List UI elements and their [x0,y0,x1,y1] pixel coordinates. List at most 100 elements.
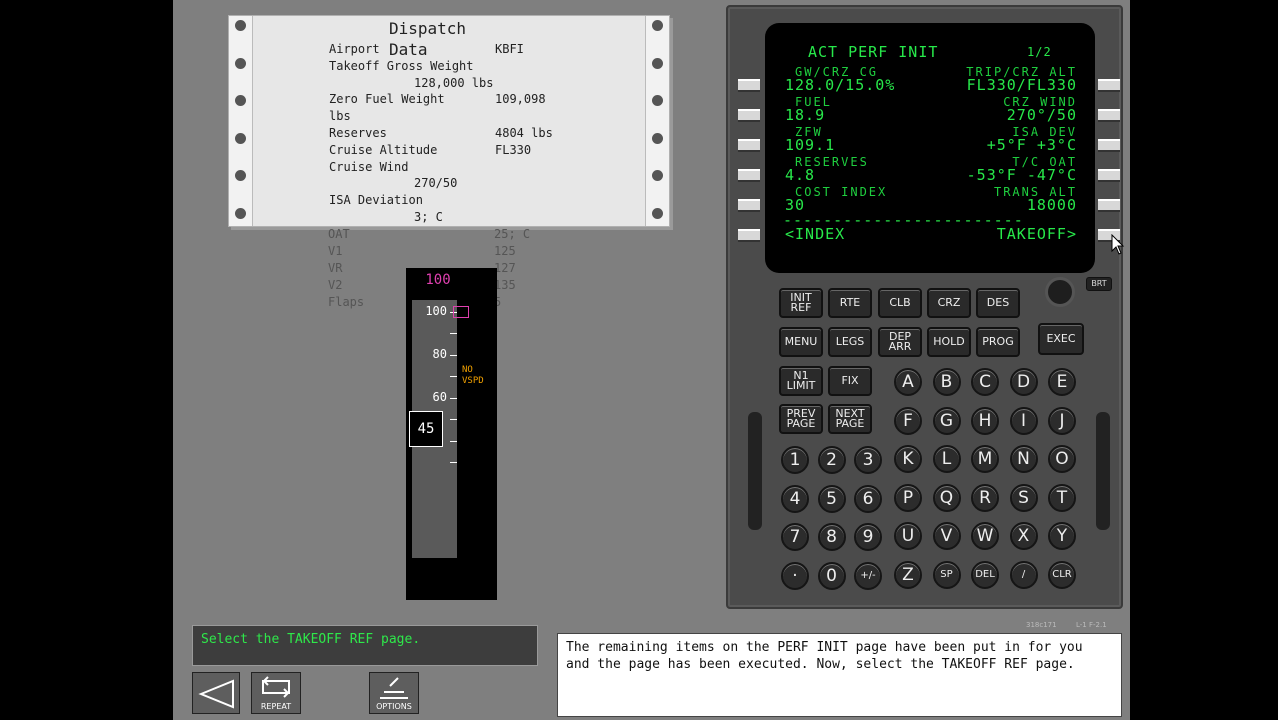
key-j[interactable]: J [1048,406,1076,435]
lsk-right-4[interactable] [1098,169,1120,182]
feed-hole [235,58,246,69]
dispatch-row-label: Zero Fuel Weight [329,92,445,107]
key-l[interactable]: L [932,445,961,473]
options-button[interactable]: OPTIONS [369,672,419,714]
key-9[interactable]: 9 [854,523,882,551]
lsk-right-1[interactable] [1098,79,1120,92]
key-4[interactable]: 4 [781,484,809,513]
key-o[interactable]: O [1048,445,1076,473]
key-dot[interactable]: · [781,561,809,590]
key-k[interactable]: K [894,445,922,473]
cdu-line-value-left: 4.8 [785,166,816,184]
key-prev-page[interactable]: PREV PAGE [779,404,823,434]
key-r[interactable]: R [971,483,999,512]
key-des[interactable]: DES [976,288,1020,318]
repeat-button[interactable]: REPEAT [251,672,301,714]
dispatch-row-value: 25; C [494,227,531,241]
cdu-line-value-right: FL330/FL330 [966,76,1077,94]
key-crz[interactable]: CRZ [927,288,971,318]
cdu-footer-right: L-1 F-2.1 [1076,621,1107,629]
key-3[interactable]: 3 [854,446,882,474]
tractor-strip-right [645,16,669,226]
feed-hole [652,133,663,144]
key-g[interactable]: G [932,406,961,435]
key-sp[interactable]: SP [932,560,961,589]
back-button[interactable] [192,672,240,714]
key-6[interactable]: 6 [854,484,882,513]
key-clr[interactable]: CLR [1048,560,1076,589]
training-app: Dispatch Data Airport KBFI Takeoff Gross W… [173,0,1130,720]
dispatch-row-label: OAT [328,227,350,241]
key-0[interactable]: 0 [817,561,846,590]
key-5[interactable]: 5 [817,484,846,513]
key-n1-limit[interactable]: N1 LIMIT [779,366,823,396]
key-hold[interactable]: HOLD [927,327,971,357]
message-box: The remaining items on the PERF INIT pag… [557,633,1122,717]
key-legs[interactable]: LEGS [828,327,872,357]
tick [450,419,457,420]
key-p[interactable]: P [894,483,922,512]
key-v[interactable]: V [932,522,961,550]
dispatch-row-value: 125 [494,244,516,258]
key-slash[interactable]: / [1009,560,1038,589]
feed-hole [652,20,663,31]
key-7[interactable]: 7 [781,523,809,551]
key-rte[interactable]: RTE [828,288,872,318]
feed-hole [652,208,663,219]
cdu-screen: ACT PERF INIT 1/2 GW/CRZ CG TRIP/CRZ ALT 1… [765,23,1095,273]
options-label: OPTIONS [376,702,412,711]
key-z[interactable]: Z [894,560,922,589]
dispatch-row-label: V1 [328,244,343,258]
key-next-page[interactable]: NEXT PAGE [828,404,872,434]
exec-key[interactable]: EXEC [1038,323,1084,355]
takeoff-prompt: TAKEOFF> [996,225,1077,243]
lsk-left-5[interactable] [738,199,760,212]
cdu-line-value-left: 109.1 [785,136,836,154]
key-1[interactable]: 1 [781,446,809,474]
brightness-knob[interactable] [1045,277,1075,307]
lsk-left-6[interactable] [738,229,760,242]
key-prog[interactable]: PROG [976,327,1020,357]
key-a[interactable]: A [894,368,922,396]
key-menu[interactable]: MENU [779,327,823,357]
key-t[interactable]: T [1048,483,1076,512]
dispatch-data-sheet: Dispatch Data Airport KBFI Takeoff Gross W… [228,15,670,227]
lsk-left-1[interactable] [738,79,760,92]
key-i[interactable]: I [1009,406,1038,435]
dispatch-row-label: Flaps [328,295,365,309]
key-n[interactable]: N [1009,445,1038,473]
lsk-right-2[interactable] [1098,109,1120,122]
lsk-right-5[interactable] [1098,199,1120,212]
key-plus-minus[interactable]: +/- [854,561,882,590]
key-q[interactable]: Q [932,483,961,512]
key-8[interactable]: 8 [817,523,846,551]
key-fix[interactable]: FIX [828,366,872,396]
lsk-left-3[interactable] [738,139,760,152]
key-2[interactable]: 2 [817,446,846,474]
key-w[interactable]: W [971,522,999,550]
key-e[interactable]: E [1048,368,1076,396]
tick-label: 100 [425,304,447,318]
key-y[interactable]: Y [1048,522,1076,550]
lsk-left-4[interactable] [738,169,760,182]
key-c[interactable]: C [971,368,999,396]
cdu-line-value-right: +5°F +3°C [986,136,1077,154]
key-del[interactable]: DEL [971,560,999,589]
key-s[interactable]: S [1009,483,1038,512]
lsk-left-2[interactable] [738,109,760,122]
dispatch-row-label: Reserves [329,126,387,140]
dispatch-row-value: 128,000 lbs [414,75,494,90]
dispatch-row-value: 109,098 [495,92,546,107]
key-f[interactable]: F [894,406,922,435]
key-dep-arr[interactable]: DEP ARR [878,327,922,357]
key-b[interactable]: B [932,368,961,396]
key-d[interactable]: D [1009,368,1038,396]
key-init-ref[interactable]: INIT REF [779,288,823,318]
key-m[interactable]: M [971,445,999,473]
selected-speed: 100 [425,272,451,288]
key-h[interactable]: H [971,406,999,435]
lsk-right-3[interactable] [1098,139,1120,152]
key-u[interactable]: U [894,522,922,550]
key-clb[interactable]: CLB [878,288,922,318]
key-x[interactable]: X [1009,522,1038,550]
